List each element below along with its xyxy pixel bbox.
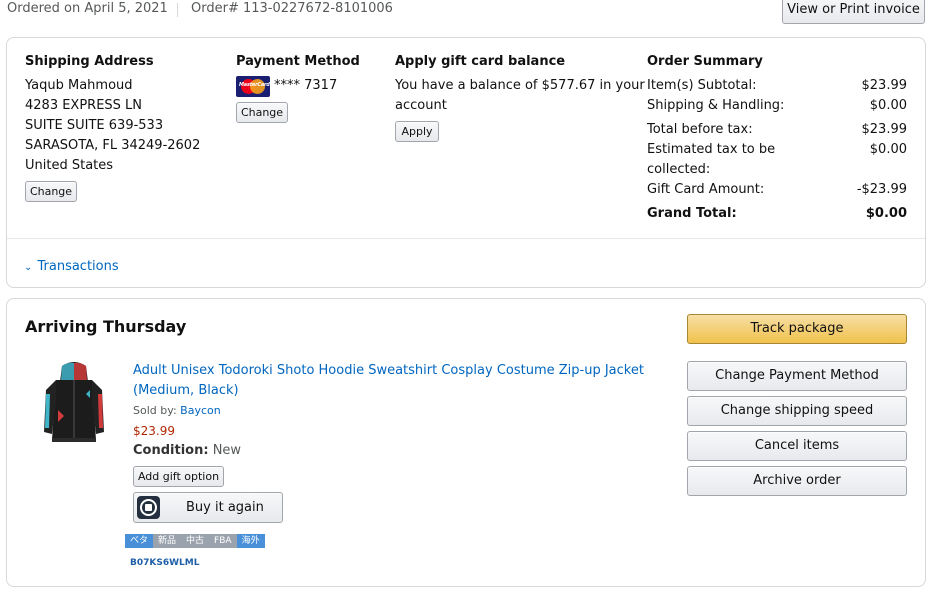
grand-total-label: Grand Total:	[647, 206, 737, 221]
subtotal-label: Item(s) Subtotal:	[647, 78, 757, 93]
gift-card-heading: Apply gift card balance	[395, 54, 566, 69]
total-before-tax-value: $23.99	[861, 122, 908, 137]
sold-by-label: Sold by:	[133, 404, 177, 417]
estimated-tax-value: $0.00	[869, 142, 907, 157]
view-print-invoice-button[interactable]: View or Print invoice	[782, 0, 925, 24]
apply-gift-card-button[interactable]: Apply	[395, 121, 439, 142]
condition-value: New	[212, 443, 242, 458]
product-image[interactable]	[42, 360, 106, 452]
archive-order-button[interactable]: Archive order	[687, 466, 907, 496]
buy-it-again-button[interactable]: Buy it again	[133, 492, 283, 523]
order-date: Ordered on April 5, 2021	[7, 1, 168, 16]
change-payment-method-button[interactable]: Change Payment Method	[687, 361, 907, 391]
change-payment-button[interactable]: Change	[236, 102, 288, 123]
payment-method-heading: Payment Method	[236, 54, 360, 69]
order-number: Order# 113-0227672-8101006	[191, 1, 393, 16]
shipping-name: Yaqub Mahmoud	[25, 78, 133, 93]
extension-tags: ベタ 新品 中古 FBA 海外	[125, 534, 265, 548]
product-title-link[interactable]: Adult Unisex Todoroki Shoto Hoodie Sweat…	[133, 361, 653, 381]
card-number: **** 7317	[274, 78, 338, 93]
order-summary-heading: Order Summary	[647, 54, 763, 69]
tag-fba[interactable]: FBA	[209, 534, 237, 548]
shipping-city: SARASOTA, FL 34249-2602	[25, 138, 201, 153]
buy-again-icon	[137, 496, 160, 519]
shipping-suite: SUITE SUITE 639-533	[25, 118, 164, 133]
transactions-toggle[interactable]: ⌄ Transactions	[24, 255, 119, 274]
seller-link[interactable]: Baycon	[180, 404, 221, 417]
product-price: $23.99	[133, 424, 175, 438]
change-shipping-speed-button[interactable]: Change shipping speed	[687, 396, 907, 426]
condition: Condition: New	[133, 443, 241, 458]
card-divider	[7, 238, 925, 239]
product-title-link-2[interactable]: (Medium, Black)	[133, 381, 653, 401]
tag-new[interactable]: 新品	[153, 534, 182, 548]
shipping-address-heading: Shipping Address	[25, 54, 154, 69]
transactions-link[interactable]: Transactions	[37, 259, 118, 274]
gift-card-balance-text-2: account	[395, 98, 447, 113]
arrival-status: Arriving Thursday	[25, 317, 187, 336]
gift-card-amount-value: -$23.99	[856, 182, 907, 197]
shipping-street: 4283 EXPRESS LN	[25, 98, 143, 113]
cancel-items-button[interactable]: Cancel items	[687, 431, 907, 461]
estimated-tax-label: Estimated tax to be	[647, 142, 776, 157]
order-details-card	[6, 37, 926, 288]
change-shipping-button[interactable]: Change	[25, 181, 77, 202]
shipping-country: United States	[25, 158, 114, 173]
gift-card-amount-label: Gift Card Amount:	[647, 182, 765, 197]
tag-used[interactable]: 中古	[181, 534, 210, 548]
tag-overseas[interactable]: 海外	[236, 534, 265, 548]
subtotal-value: $23.99	[861, 78, 908, 93]
mastercard-icon: MasterCard	[236, 76, 270, 97]
estimated-tax-label-2: collected:	[647, 162, 711, 177]
condition-label: Condition:	[133, 443, 209, 458]
grand-total-value: $0.00	[865, 206, 907, 221]
track-package-button[interactable]: Track package	[687, 314, 907, 344]
tag-beta[interactable]: ベタ	[125, 534, 154, 548]
buy-it-again-label: Buy it again	[186, 500, 264, 515]
sold-by: Sold by: Baycon	[133, 404, 221, 417]
header-divider	[177, 3, 178, 17]
mastercard-logo-text: MasterCard	[239, 82, 270, 88]
add-gift-option-button[interactable]: Add gift option	[133, 466, 224, 487]
shipping-handling-value: $0.00	[869, 98, 907, 113]
total-before-tax-label: Total before tax:	[647, 122, 753, 137]
chevron-down-icon: ⌄	[24, 262, 33, 273]
gift-card-balance-text: You have a balance of $577.67 in your	[395, 78, 645, 93]
shipping-handling-label: Shipping & Handling:	[647, 98, 785, 113]
asin-link[interactable]: B07KS6WLML	[130, 558, 199, 568]
